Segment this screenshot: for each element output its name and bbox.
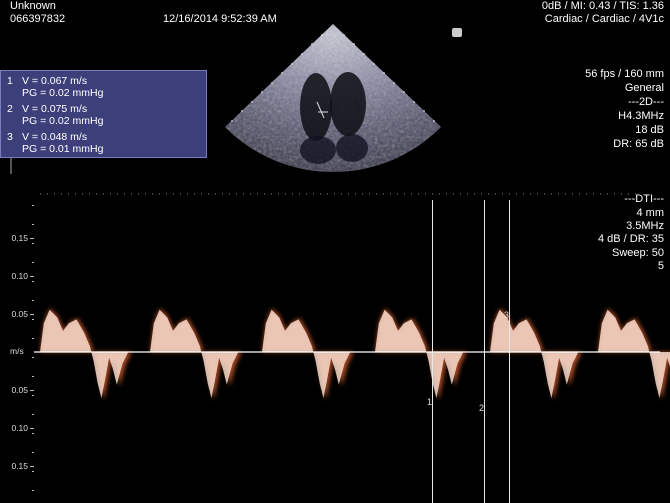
doppler-beat [150, 309, 239, 399]
cursor-label-3: 3 [504, 309, 510, 320]
transmit-frequency: H4.3MHz [618, 110, 664, 122]
doppler-beat [40, 309, 129, 399]
doppler-beat [262, 309, 351, 399]
doppler-beat [375, 309, 464, 399]
velocity-tick-label: 0.15 [11, 233, 28, 243]
minor-tick [32, 376, 34, 377]
scroll-indicator [10, 158, 12, 174]
velocity-tick-label: 0.15 [11, 461, 28, 471]
orientation-marker-icon [452, 28, 462, 37]
velocity-tick-mark [30, 238, 34, 239]
minor-tick [32, 243, 34, 244]
velocity-tick-label: 0.05 [11, 385, 28, 395]
minor-tick [32, 490, 34, 491]
measurement-2-velocity: V = 0.075 m/s [22, 103, 88, 115]
dynamic-range-value: DR: 65 dB [613, 138, 664, 150]
cursor-label-2: 2 [479, 403, 485, 413]
doppler-signal-core [40, 309, 670, 399]
cursor-line-2[interactable] [484, 200, 485, 503]
cursor-label-1: 1 [427, 396, 433, 407]
measurement-results-panel[interactable]: 1 V = 0.067 m/s PG = 0.02 mmHg 2 V = 0.0… [0, 70, 207, 158]
measurement-3-velocity: V = 0.048 m/s [22, 131, 88, 143]
section-2d-header: ---2D--- [627, 96, 664, 108]
doppler-beat [490, 309, 579, 399]
preset-label: Cardiac / Cardiac / 4V1c [544, 13, 664, 25]
measurement-1-index: 1 [7, 75, 13, 87]
velocity-tick-label: 0.10 [11, 271, 28, 281]
measurement-2-gradient: PG = 0.02 mmHg [22, 115, 104, 127]
imaging-mode: General [624, 82, 664, 94]
minor-tick [32, 224, 34, 225]
velocity-tick-mark [30, 314, 34, 315]
minor-tick [32, 471, 34, 472]
cursor-line-1[interactable] [432, 200, 433, 503]
velocity-tick-mark [30, 466, 34, 467]
minor-tick [32, 338, 34, 339]
minor-tick [32, 357, 34, 358]
velocity-tick-mark [30, 276, 34, 277]
minor-tick [32, 300, 34, 301]
patient-id: 066397832 [10, 13, 66, 25]
bmode-sector-image [218, 22, 448, 185]
minor-tick [32, 395, 34, 396]
velocity-tick-label: 0.10 [11, 423, 28, 433]
minor-tick [32, 262, 34, 263]
measurement-3-gradient: PG = 0.01 mmHg [22, 143, 104, 155]
measurement-1-gradient: PG = 0.02 mmHg [22, 87, 104, 99]
velocity-unit-label: m/s [10, 346, 24, 356]
acoustic-output: 0dB / MI: 0.43 / TIS: 1.36 [541, 0, 664, 12]
velocity-tick-mark [30, 428, 34, 429]
cursor-line-3[interactable] [509, 200, 510, 503]
measurement-1-velocity: V = 0.067 m/s [22, 75, 88, 87]
frame-rate-depth: 56 fps / 160 mm [585, 68, 664, 80]
gain-value: 18 dB [635, 124, 664, 136]
minor-tick [32, 452, 34, 453]
velocity-tick-label: 0.05 [11, 309, 28, 319]
minor-tick [32, 319, 34, 320]
doppler-beat [598, 309, 670, 399]
tissue-doppler-spectrum[interactable] [0, 190, 670, 503]
minor-tick [32, 281, 34, 282]
patient-name: Unknown [10, 0, 56, 12]
minor-tick [32, 433, 34, 434]
minor-tick [32, 205, 34, 206]
velocity-tick-mark [30, 390, 34, 391]
measurement-3-index: 3 [7, 131, 13, 143]
measurement-2-index: 2 [7, 103, 13, 115]
minor-tick [32, 414, 34, 415]
